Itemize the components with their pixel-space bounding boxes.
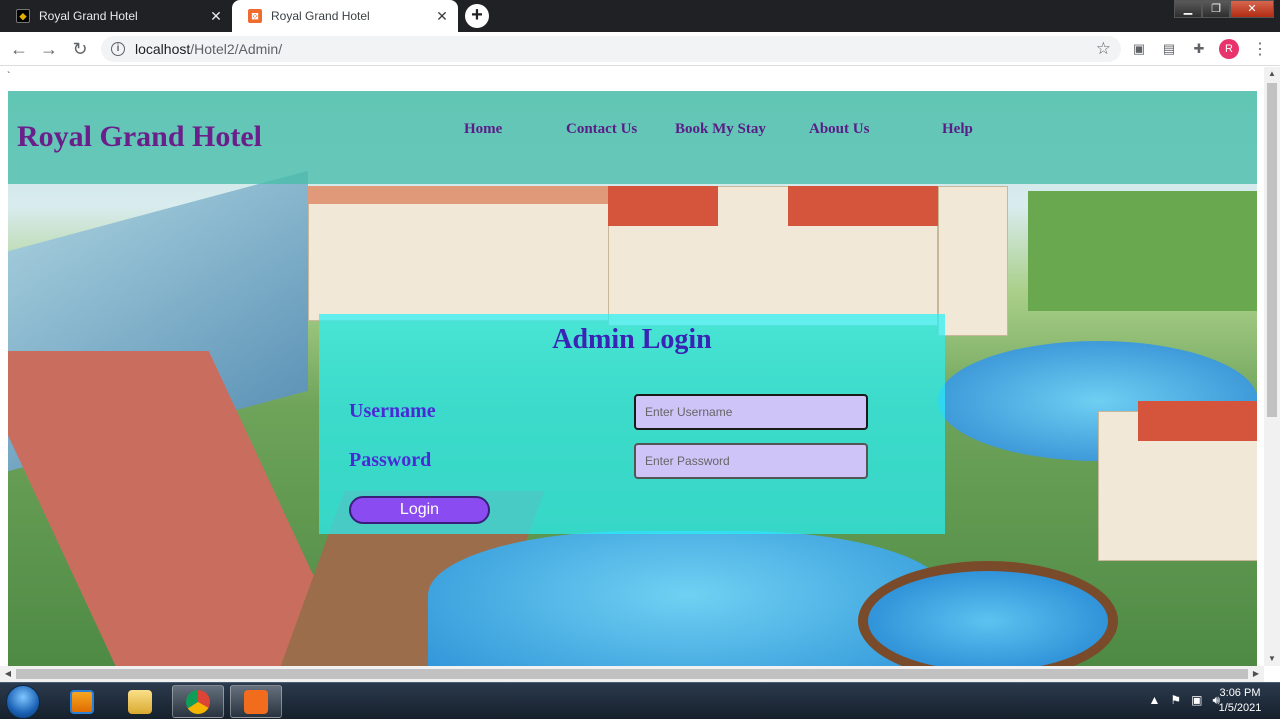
vertical-scroll-thumb[interactable] [1267, 83, 1277, 417]
address-bar[interactable]: i localhost/Hotel2/Admin/ ☆ [101, 36, 1121, 62]
scroll-left-arrow-icon[interactable]: ◀ [0, 667, 16, 681]
browser-tab-strip: ◆ Royal Grand Hotel ✕ ⊠ Royal Grand Hote… [0, 0, 1280, 32]
nav-help-link[interactable]: Help [942, 121, 973, 138]
site-header: Royal Grand Hotel Home Contact Us Book M… [8, 91, 1257, 184]
password-input[interactable] [634, 443, 868, 479]
stray-text: ` [7, 71, 11, 82]
xampp-icon [244, 689, 268, 714]
scroll-down-arrow-icon[interactable]: ▼ [1264, 652, 1280, 666]
reload-icon[interactable]: ↻ [68, 37, 92, 61]
xampp-favicon-icon: ⊠ [248, 9, 262, 23]
selenium-extension-icon[interactable]: ▤ [1161, 41, 1177, 57]
forward-arrow-icon[interactable]: → [37, 37, 61, 61]
windows-taskbar: ▲ ⚑ ▣ 🔊︎ 3:06 PM 1/5/2021 [0, 682, 1280, 719]
action-center-flag-icon[interactable]: ⚑ [1170, 693, 1181, 708]
profile-avatar[interactable]: R [1219, 39, 1239, 59]
media-player-icon [70, 689, 94, 714]
site-favicon-icon: ◆ [16, 9, 30, 23]
clock-time: 3:06 PM [1219, 687, 1261, 699]
nav-home-link[interactable]: Home [464, 121, 502, 138]
scroll-up-arrow-icon[interactable]: ▲ [1264, 67, 1280, 81]
nav-about-us-link[interactable]: About Us [809, 121, 869, 138]
horizontal-scroll-thumb[interactable] [16, 669, 1248, 679]
maximize-button[interactable]: ❐ [1202, 0, 1230, 18]
minimize-button[interactable]: ▁ [1174, 0, 1202, 18]
admin-login-panel: Admin Login Username Password Login [319, 314, 945, 534]
nav-contact-us-link[interactable]: Contact Us [566, 121, 637, 138]
network-icon[interactable]: ▣ [1191, 693, 1202, 708]
chrome-icon [186, 689, 210, 714]
back-arrow-icon[interactable]: ← [7, 37, 31, 61]
show-hidden-icons-icon[interactable]: ▲ [1148, 693, 1160, 708]
site-title: Royal Grand Hotel [17, 120, 262, 153]
username-label: Username [349, 400, 436, 422]
bookmark-star-icon[interactable]: ☆ [1096, 39, 1111, 59]
shopping-bag-extension-icon[interactable]: ▣ [1131, 41, 1147, 57]
vertical-scrollbar[interactable]: ▲ ▼ [1264, 67, 1280, 666]
login-button[interactable]: Login [349, 496, 490, 524]
page-viewport: ` Royal Grand Hotel Home Contact Us Book… [0, 67, 1264, 666]
file-explorer-taskbar-button[interactable] [114, 685, 166, 718]
new-tab-button[interactable]: + [465, 4, 489, 28]
clock-date: 1/5/2021 [1218, 702, 1262, 714]
browser-tab-1[interactable]: ◆ Royal Grand Hotel ✕ [0, 0, 232, 32]
login-title: Admin Login [552, 324, 712, 355]
nav-book-my-stay-link[interactable]: Book My Stay [675, 121, 766, 138]
taskbar-clock[interactable]: 3:06 PM 1/5/2021 [1210, 686, 1270, 716]
scroll-right-arrow-icon[interactable]: ▶ [1248, 667, 1264, 681]
username-input[interactable] [634, 394, 868, 430]
horizontal-scrollbar[interactable]: ◀ ▶ [0, 666, 1264, 682]
tab-title: Royal Grand Hotel [271, 9, 370, 23]
window-close-button[interactable]: ✕ [1230, 0, 1274, 18]
browser-toolbar: ← → ↻ i localhost/Hotel2/Admin/ ☆ ▣ ▤ ✚ [0, 32, 1280, 66]
xampp-taskbar-button[interactable] [230, 685, 282, 718]
url-host: localhost [135, 41, 191, 57]
media-player-taskbar-button[interactable] [56, 685, 108, 718]
window-controls: ▁ ❐ ✕ [1174, 0, 1274, 18]
url-path: /Hotel2/Admin/ [190, 41, 283, 57]
windows-start-icon[interactable] [6, 685, 40, 719]
tab-close-icon[interactable]: ✕ [434, 8, 450, 24]
tab-close-icon[interactable]: ✕ [208, 8, 224, 24]
tab-title: Royal Grand Hotel [39, 9, 138, 23]
info-icon[interactable]: i [111, 42, 125, 56]
password-label: Password [349, 449, 432, 471]
browser-tab-2[interactable]: ⊠ Royal Grand Hotel ✕ [232, 0, 458, 32]
browser-menu-icon[interactable]: ⋮ [1252, 39, 1268, 59]
chrome-taskbar-button[interactable] [172, 685, 224, 718]
folder-icon [128, 689, 152, 714]
puzzle-extensions-icon[interactable]: ✚ [1191, 41, 1207, 57]
